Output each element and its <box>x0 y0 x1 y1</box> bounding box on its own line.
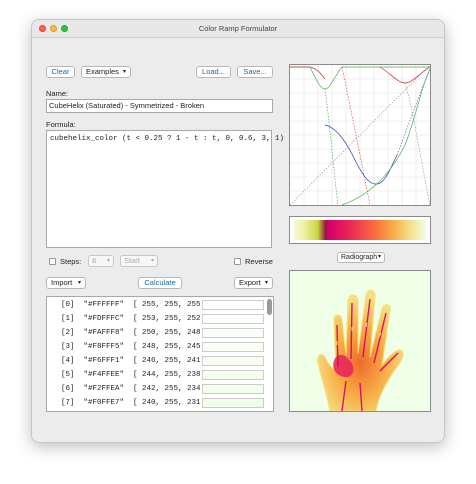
list-item[interactable]: [7] "#F0FFE7" [ 240, 255, 231 ] <box>47 397 273 409</box>
name-field[interactable]: CubeHelix (Saturated) - Symmetrized - Br… <box>46 99 273 113</box>
steps-value: 8 <box>92 256 97 265</box>
formula-editor[interactable]: cubehelix_color (t < 0.25 ? 1 - t : t, 0… <box>46 130 284 248</box>
color-swatch <box>202 370 264 380</box>
import-label: Import <box>51 278 73 287</box>
color-ramp-panel <box>289 216 431 244</box>
row-text: [6] "#F2FFEA" [ 242, 255, 234 ] <box>61 385 210 393</box>
radiograph-image <box>317 289 404 412</box>
examples-menu[interactable]: Examples ▾ <box>81 66 131 78</box>
color-list[interactable]: [0] "#FFFFFF" [ 255, 255, 255 ] [1] "#FD… <box>46 296 274 412</box>
list-scrollbar[interactable] <box>267 299 272 315</box>
curves-svg <box>289 64 431 206</box>
chevron-down-icon: ▾ <box>122 69 126 75</box>
import-menu[interactable]: Import ▾ <box>46 277 86 289</box>
list-item[interactable]: [2] "#FAFFF8" [ 250, 255, 248 ] <box>47 327 273 339</box>
rgb-curves-plot <box>289 64 431 206</box>
steps-checkbox[interactable] <box>49 258 56 265</box>
row-text: [5] "#F4FFEE" [ 244, 255, 238 ] <box>61 371 210 379</box>
list-item[interactable]: [4] "#F6FFF1" [ 246, 255, 241 ] <box>47 355 273 367</box>
color-swatch <box>202 300 264 310</box>
steps-label: Steps: <box>60 257 82 266</box>
export-menu[interactable]: Export ▾ <box>234 277 273 289</box>
save-button[interactable]: Save... <box>237 66 273 78</box>
list-item[interactable]: [6] "#F2FFEA" [ 242, 255, 234 ] <box>47 383 273 395</box>
color-swatch <box>202 328 264 338</box>
chevron-down-icon: ▾ <box>377 254 381 260</box>
chevron-down-icon: ▾ <box>264 280 268 286</box>
chevron-down-icon: ▾ <box>106 258 110 264</box>
title-bar: Color Ramp Formulator <box>32 20 444 38</box>
load-button[interactable]: Load... <box>196 66 231 78</box>
export-label: Export <box>239 278 261 287</box>
row-text: [3] "#F8FFF5" [ 248, 255, 245 ] <box>61 343 210 351</box>
row-text: [2] "#FAFFF8" [ 250, 255, 248 ] <box>61 329 210 337</box>
formula-label: Formula: <box>46 120 76 129</box>
app-window: Color Ramp Formulator Clear Examples ▾ L… <box>31 19 445 443</box>
start-value: Start <box>124 256 140 265</box>
chevron-down-icon: ▾ <box>150 258 154 264</box>
color-swatch <box>202 314 264 324</box>
window-title: Color Ramp Formulator <box>198 24 278 33</box>
row-text: [4] "#F6FFF1" [ 246, 255, 241 ] <box>61 357 210 365</box>
chevron-down-icon: ▾ <box>77 280 81 286</box>
name-label: Name: <box>46 89 69 98</box>
row-text: [1] "#FDFFFC" [ 253, 255, 252 ] <box>61 315 210 323</box>
examples-label: Examples <box>86 67 119 76</box>
color-swatch <box>202 398 264 408</box>
list-item[interactable]: [1] "#FDFFFC" [ 253, 255, 252 ] <box>47 313 273 325</box>
list-item[interactable]: [3] "#F8FFF5" [ 248, 255, 245 ] <box>47 341 273 353</box>
color-swatch <box>202 342 264 352</box>
list-item[interactable]: [0] "#FFFFFF" [ 255, 255, 255 ] <box>47 299 273 311</box>
steps-select[interactable]: 8 ▾ <box>88 255 114 267</box>
radiograph-preview <box>289 270 431 412</box>
color-ramp-bar <box>294 220 426 240</box>
color-swatch <box>202 384 264 394</box>
list-item[interactable]: [5] "#F4FFEE" [ 244, 255, 238 ] <box>47 369 273 381</box>
start-select[interactable]: Start ▾ <box>120 255 158 267</box>
preview-image-label: Radiograph <box>341 254 378 261</box>
reverse-label: Reverse <box>245 257 273 266</box>
row-text: [0] "#FFFFFF" [ 255, 255, 255 ] <box>61 301 210 309</box>
row-text: [7] "#F0FFE7" [ 240, 255, 231 ] <box>61 399 210 407</box>
preview-image-select[interactable]: Radiograph ▾ <box>337 252 385 263</box>
clear-button[interactable]: Clear <box>46 66 75 78</box>
reverse-checkbox[interactable] <box>234 258 241 265</box>
color-swatch <box>202 356 264 366</box>
calculate-button[interactable]: Calculate <box>138 277 182 289</box>
